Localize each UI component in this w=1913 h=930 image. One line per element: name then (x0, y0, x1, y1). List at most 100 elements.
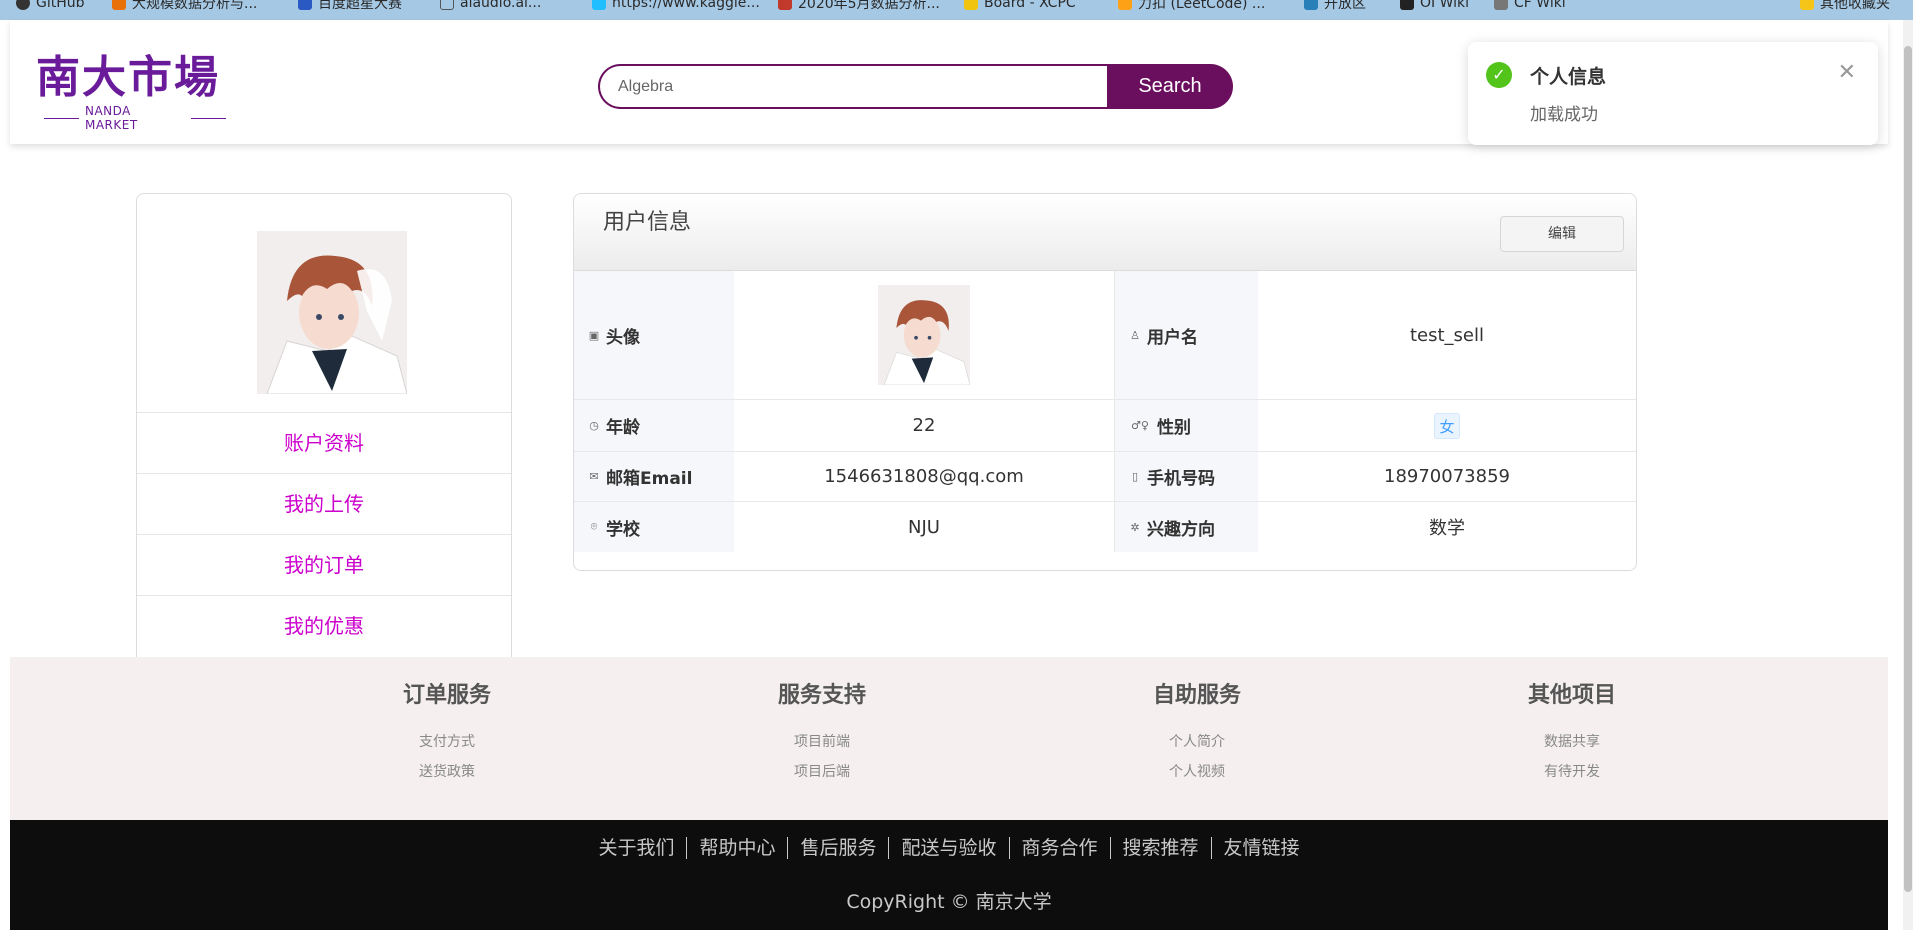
footer-link[interactable]: 送货政策 (347, 757, 547, 787)
field-value-gender: 女 (1258, 400, 1636, 451)
close-icon[interactable]: ✕ (1838, 60, 1856, 85)
bookmark-item[interactable]: aiaudio.ai... (440, 0, 541, 13)
footer-column-title: 自助服务 (1152, 683, 1241, 708)
footer-nav-after-sales[interactable]: 售后服务 (787, 837, 888, 859)
search-input[interactable] (598, 64, 1107, 109)
bookmark-item[interactable]: CF Wiki (1494, 0, 1566, 13)
footer-link[interactable]: 项目前端 (722, 727, 922, 757)
notification-title: 个人信息 (1530, 66, 1607, 88)
bookmark-item[interactable]: 开放区 (1304, 0, 1366, 13)
footer-column-orders: 订单服务 支付方式 送货政策 (347, 677, 547, 787)
footer-link[interactable]: 项目后端 (722, 757, 922, 787)
picture-icon: ▣ (588, 328, 600, 342)
page-icon (440, 0, 454, 10)
scrollbar-thumb[interactable] (1904, 46, 1912, 892)
field-value-email: 1546631808@qq.com (824, 466, 1024, 487)
bookmarks-bar: GitHub 大规模数据分析与... 百度超星大赛 aiaudio.ai... … (0, 0, 1913, 20)
bookmark-item[interactable]: 2020年5月数据分析... (778, 0, 940, 13)
field-value-avatar (734, 271, 1114, 399)
kaggle-icon (592, 0, 606, 10)
info-row-avatar: ▣ 头像 ♙ 用户名 test_sell (574, 271, 1636, 400)
footer-link[interactable]: 个人简介 (1097, 727, 1297, 757)
notification-message: 加载成功 (1530, 105, 1598, 125)
field-label-avatar: ▣ 头像 (574, 271, 734, 399)
field-label-phone: ▯ 手机号码 (1114, 452, 1258, 501)
clock-icon: ◷ (589, 419, 599, 432)
bookmark-item[interactable]: OI Wiki (1400, 0, 1469, 13)
user-icon: ♙ (1130, 328, 1140, 342)
leetcode-icon (1118, 0, 1132, 10)
user-info-card: 用户信息 编辑 ▣ 头像 ♙ 用户名 test_sell ◷ 年龄 22 ♂♀ … (573, 193, 1637, 571)
search-button[interactable]: Search (1107, 64, 1233, 109)
field-label-school: ⌾ 学校 (574, 502, 734, 552)
sparkle-icon: ✲ (1130, 520, 1140, 534)
footer-nav-business[interactable]: 商务合作 (1008, 837, 1110, 859)
field-value-username: test_sell (1409, 324, 1485, 346)
bookmark-icon (778, 0, 792, 10)
bookmark-icon (298, 0, 312, 10)
bookmark-item[interactable]: 百度超星大赛 (298, 0, 402, 13)
page: 南大市場 NANDA MARKET Search ✓ 个人信息 加载成功 ✕ (10, 20, 1888, 930)
footer-nav-about[interactable]: 关于我们 (586, 837, 686, 859)
footer-column-self-service: 自助服务 个人简介 个人视频 (1097, 677, 1297, 787)
avatar-image (257, 231, 407, 394)
copyright-text: CopyRight © 南京大学 (846, 891, 1052, 913)
footer-link[interactable]: 支付方式 (347, 727, 547, 757)
footer-nav-delivery[interactable]: 配送与验收 (888, 837, 1008, 859)
success-check-icon: ✓ (1486, 62, 1512, 88)
sidebar-item-account[interactable]: 账户资料 (137, 413, 511, 473)
sidebar-item-uploads[interactable]: 我的上传 (137, 474, 511, 534)
footer-link[interactable]: 有待开发 (1472, 757, 1672, 787)
field-value-school: NJU (908, 516, 940, 538)
card-header: 用户信息 编辑 (574, 194, 1636, 271)
logo-line (44, 117, 79, 119)
page-scrollbar[interactable] (1903, 20, 1913, 930)
card-title: 用户信息 (603, 210, 692, 235)
footer-bottom: 关于我们 帮助中心 售后服务 配送与验收 商务合作 搜索推荐 友情链接 Copy… (10, 820, 1888, 930)
bookmark-icon (112, 0, 126, 10)
bookmark-icon (1304, 0, 1318, 10)
site-logo[interactable]: 南大市場 NANDA MARKET (36, 54, 226, 140)
logo-subtitle: NANDA MARKET (44, 104, 226, 132)
info-row-email: ✉ 邮箱Email 1546631808@qq.com ▯ 手机号码 1897007… (574, 452, 1636, 502)
footer-nav-links[interactable]: 友情链接 (1210, 837, 1312, 859)
footer-nav: 关于我们 帮助中心 售后服务 配送与验收 商务合作 搜索推荐 友情链接 (10, 837, 1888, 859)
edit-button[interactable]: 编辑 (1500, 216, 1624, 252)
gender-icon: ♂♀ (1131, 419, 1149, 432)
mail-icon: ✉ (589, 470, 599, 483)
footer-nav-search[interactable]: 搜索推荐 (1109, 837, 1211, 859)
avatar-thumbnail (878, 285, 970, 385)
footer-column-title: 订单服务 (402, 683, 491, 708)
field-value-phone: 18970073859 (1384, 466, 1510, 487)
logo-main-text: 南大市場 (36, 52, 220, 103)
footer-link[interactable]: 个人视频 (1097, 757, 1297, 787)
bookmark-item[interactable]: 其他收藏夹 (1800, 0, 1890, 13)
footer-column-other: 其他项目 数据共享 有待开发 (1472, 677, 1672, 787)
bookmark-item[interactable]: GitHub (16, 0, 85, 13)
bookmark-item[interactable]: Board - XCPC (964, 0, 1076, 13)
field-value-age: 22 (912, 415, 936, 436)
footer-column-support: 服务支持 项目前端 项目后端 (722, 677, 922, 787)
logo-sub-text: NANDA MARKET (84, 104, 138, 132)
logo-line (191, 117, 226, 119)
footer-link[interactable]: 数据共享 (1472, 727, 1672, 757)
account-sidebar: 账户资料 我的上传 我的订单 我的优惠 (136, 193, 512, 676)
sidebar-item-coupons[interactable]: 我的优惠 (137, 596, 511, 656)
bookmark-icon (1400, 0, 1414, 10)
sidebar-item-orders[interactable]: 我的订单 (137, 535, 511, 595)
info-row-age: ◷ 年龄 22 ♂♀ 性别 女 (574, 400, 1636, 452)
bookmark-item[interactable]: 大规模数据分析与... (112, 0, 257, 13)
bookmark-item[interactable]: 力扣 (LeetCode) ... (1118, 0, 1265, 13)
field-label-username: ♙ 用户名 (1114, 271, 1258, 399)
gender-tag: 女 (1434, 412, 1460, 439)
location-icon: ⌾ (590, 520, 598, 533)
field-label-interest: ✲ 兴趣方向 (1114, 502, 1258, 552)
folder-icon (1800, 0, 1814, 10)
bookmark-icon (1494, 0, 1508, 10)
bookmark-item[interactable]: https://www.kaggle... (592, 0, 760, 13)
search-bar: Search (598, 64, 1233, 109)
footer-nav-help[interactable]: 帮助中心 (686, 837, 787, 859)
phone-icon: ▯ (1131, 470, 1139, 483)
field-label-age: ◷ 年龄 (574, 400, 734, 451)
info-row-school: ⌾ 学校 NJU ✲ 兴趣方向 数学 (574, 502, 1636, 552)
